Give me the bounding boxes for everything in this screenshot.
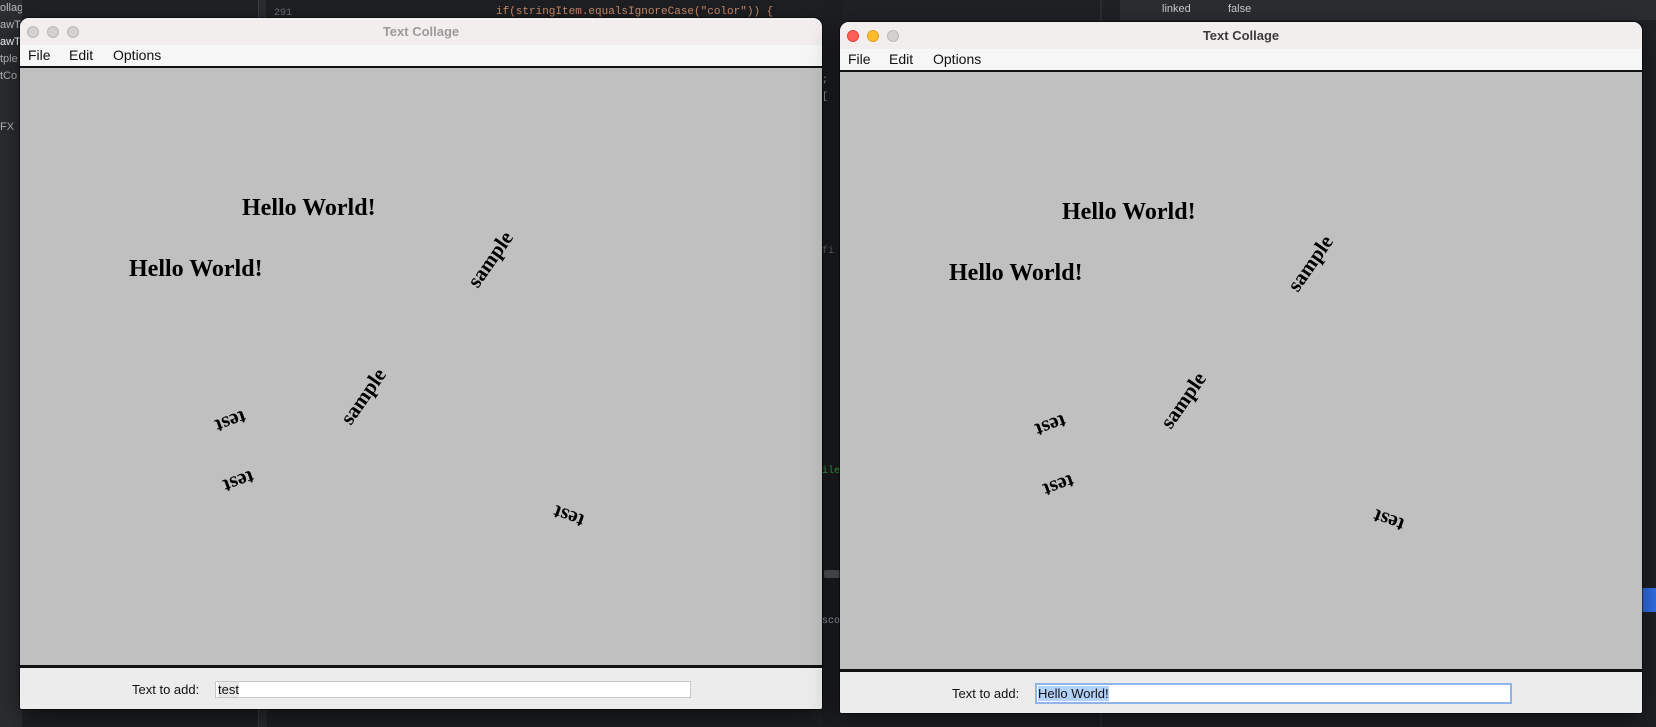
input-bar: Text to add: test [20, 671, 822, 709]
collage-canvas[interactable]: Hello World! Hello World! sample sample … [840, 70, 1642, 672]
code-line: if(stringItem.equalsIgnoreCase("color"))… [496, 6, 774, 18]
input-bar: Text to add: Hello World! [840, 675, 1642, 713]
collage-text: sample [1155, 367, 1211, 433]
property-key: linked [1162, 3, 1191, 15]
window-title: Text Collage [382, 24, 460, 39]
code-fragment: sco [822, 616, 841, 627]
menu-bar: File Edit Options [840, 49, 1642, 70]
menu-edit[interactable]: Edit [889, 51, 913, 67]
ide-tree-item[interactable]: ollage [0, 0, 22, 17]
menu-file[interactable]: File [28, 47, 51, 63]
collage-text: Hello World! [949, 260, 1083, 286]
collage-text: sample [1282, 230, 1338, 296]
ide-project-tree: ollage awTe awTe tple tCo FX [0, 0, 22, 727]
code-fragment: ile [822, 466, 841, 477]
ide-side-badge-icon[interactable] [1640, 588, 1656, 612]
ide-tree-item[interactable]: FX [0, 119, 22, 136]
collage-text: test [1369, 504, 1408, 538]
code-fragment: ; [822, 75, 829, 86]
ide-code-editor[interactable]: 291 if(stringItem.equalsIgnoreCase("colo… [266, 0, 842, 20]
collage-text: Hello World! [242, 195, 376, 221]
collage-text: test [549, 500, 588, 534]
window-titlebar[interactable]: Text Collage [20, 18, 822, 46]
input-value-selected: Hello World! [1038, 686, 1109, 701]
ide-editor-strip: ; [ fi ile sco [822, 0, 840, 727]
text-collage-window-left: Text Collage File Edit Options Hello Wor… [20, 18, 822, 709]
text-to-add-label: Text to add: [952, 686, 1020, 701]
text-to-add-input[interactable]: Hello World! [1035, 683, 1512, 704]
ide-tree-item[interactable]: tple [0, 51, 22, 68]
collage-canvas[interactable]: Hello World! Hello World! sample sample … [20, 66, 822, 668]
collage-text: test [220, 465, 258, 499]
collage-text: Hello World! [1062, 199, 1196, 225]
collage-text: test [212, 405, 250, 439]
collage-text: test [1032, 409, 1070, 443]
collage-text: sample [335, 363, 391, 429]
ide-properties-panel: linked false [1120, 0, 1656, 20]
ide-scrollbar-thumb[interactable] [824, 570, 840, 578]
text-to-add-label: Text to add: [132, 682, 200, 697]
text-to-add-input[interactable]: test [215, 681, 691, 698]
menu-options[interactable]: Options [113, 47, 161, 63]
menu-options[interactable]: Options [933, 51, 981, 67]
ide-tree-item[interactable]: awTe [0, 17, 22, 34]
window-titlebar[interactable]: Text Collage [840, 22, 1642, 50]
collage-text: sample [462, 226, 518, 292]
menu-file[interactable]: File [848, 51, 871, 67]
code-fragment: fi [822, 246, 835, 257]
window-title: Text Collage [1202, 28, 1280, 43]
ide-tree-item[interactable]: awTe [0, 34, 22, 51]
collage-text: test [1040, 469, 1078, 503]
input-value: test [218, 682, 239, 697]
code-fragment: [ [822, 92, 829, 103]
property-value[interactable]: false [1228, 3, 1251, 15]
collage-text: Hello World! [129, 256, 263, 282]
text-collage-window-right: Text Collage File Edit Options Hello Wor… [840, 22, 1642, 713]
menu-edit[interactable]: Edit [69, 47, 93, 63]
ide-tree-item[interactable]: tCo [0, 68, 22, 85]
menu-bar: File Edit Options [20, 45, 822, 66]
